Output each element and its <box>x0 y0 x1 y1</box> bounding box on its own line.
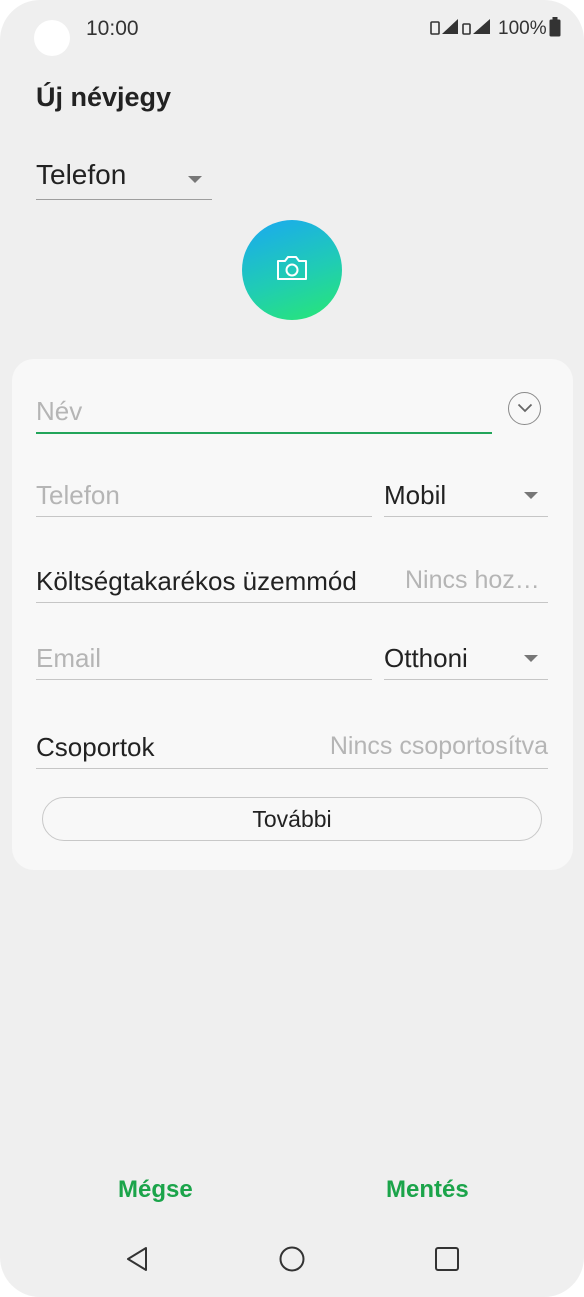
phone-placeholder: Telefon <box>36 480 120 510</box>
home-circle-icon <box>278 1245 306 1278</box>
camera-icon <box>275 254 309 287</box>
email-type-select[interactable]: Otthoni <box>384 639 548 680</box>
cancel-button[interactable]: Mégse <box>118 1176 193 1204</box>
status-indicator-dot <box>34 20 70 56</box>
name-field[interactable]: Név <box>36 392 492 434</box>
save-button[interactable]: Mentés <box>386 1176 469 1204</box>
recents-button[interactable] <box>430 1244 464 1278</box>
dropdown-arrow-icon <box>524 655 538 662</box>
phone-type-select[interactable]: Mobil <box>384 476 548 517</box>
groups-value: Nincs csoportosítva <box>329 732 548 760</box>
groups-label: Csoportok <box>36 732 155 762</box>
page-title: Új névjegy <box>36 82 172 112</box>
status-time: 10:00 <box>86 17 139 40</box>
chevron-down-icon <box>517 400 533 418</box>
phone-field[interactable]: Telefon <box>36 476 372 517</box>
dropdown-arrow-icon <box>188 176 202 183</box>
power-saving-value: Nincs hoz… <box>405 566 540 594</box>
account-select-value: Telefon <box>36 159 127 190</box>
power-saving-row[interactable]: Költségtakarékos üzemmód Nincs hoz… <box>36 562 548 603</box>
email-field[interactable]: Email <box>36 639 372 680</box>
add-photo-button[interactable] <box>242 220 342 320</box>
power-saving-label: Költségtakarékos üzemmód <box>36 566 357 596</box>
more-fields-button[interactable]: További <box>42 797 542 841</box>
sim2-signal-icon <box>462 16 492 43</box>
contact-form-card <box>12 359 573 870</box>
battery-icon <box>549 16 561 42</box>
recents-square-icon <box>433 1245 461 1278</box>
dropdown-arrow-icon <box>524 492 538 499</box>
battery-percentage: 100% <box>498 18 547 39</box>
back-button[interactable] <box>120 1244 154 1278</box>
email-placeholder: Email <box>36 643 102 673</box>
expand-name-button[interactable] <box>508 392 541 425</box>
account-select[interactable]: Telefon <box>36 155 212 200</box>
sim1-signal-icon <box>430 16 460 43</box>
groups-row[interactable]: Csoportok Nincs csoportosítva <box>36 728 548 769</box>
screen: 10:00 100% Új névjegy Telefon Név Telefo… <box>0 0 584 1297</box>
home-button[interactable] <box>275 1244 309 1278</box>
status-icons: 100% <box>430 16 561 43</box>
back-triangle-icon <box>124 1245 150 1278</box>
email-type-value: Otthoni <box>384 643 468 673</box>
phone-type-value: Mobil <box>384 480 447 510</box>
name-placeholder: Név <box>36 396 83 426</box>
